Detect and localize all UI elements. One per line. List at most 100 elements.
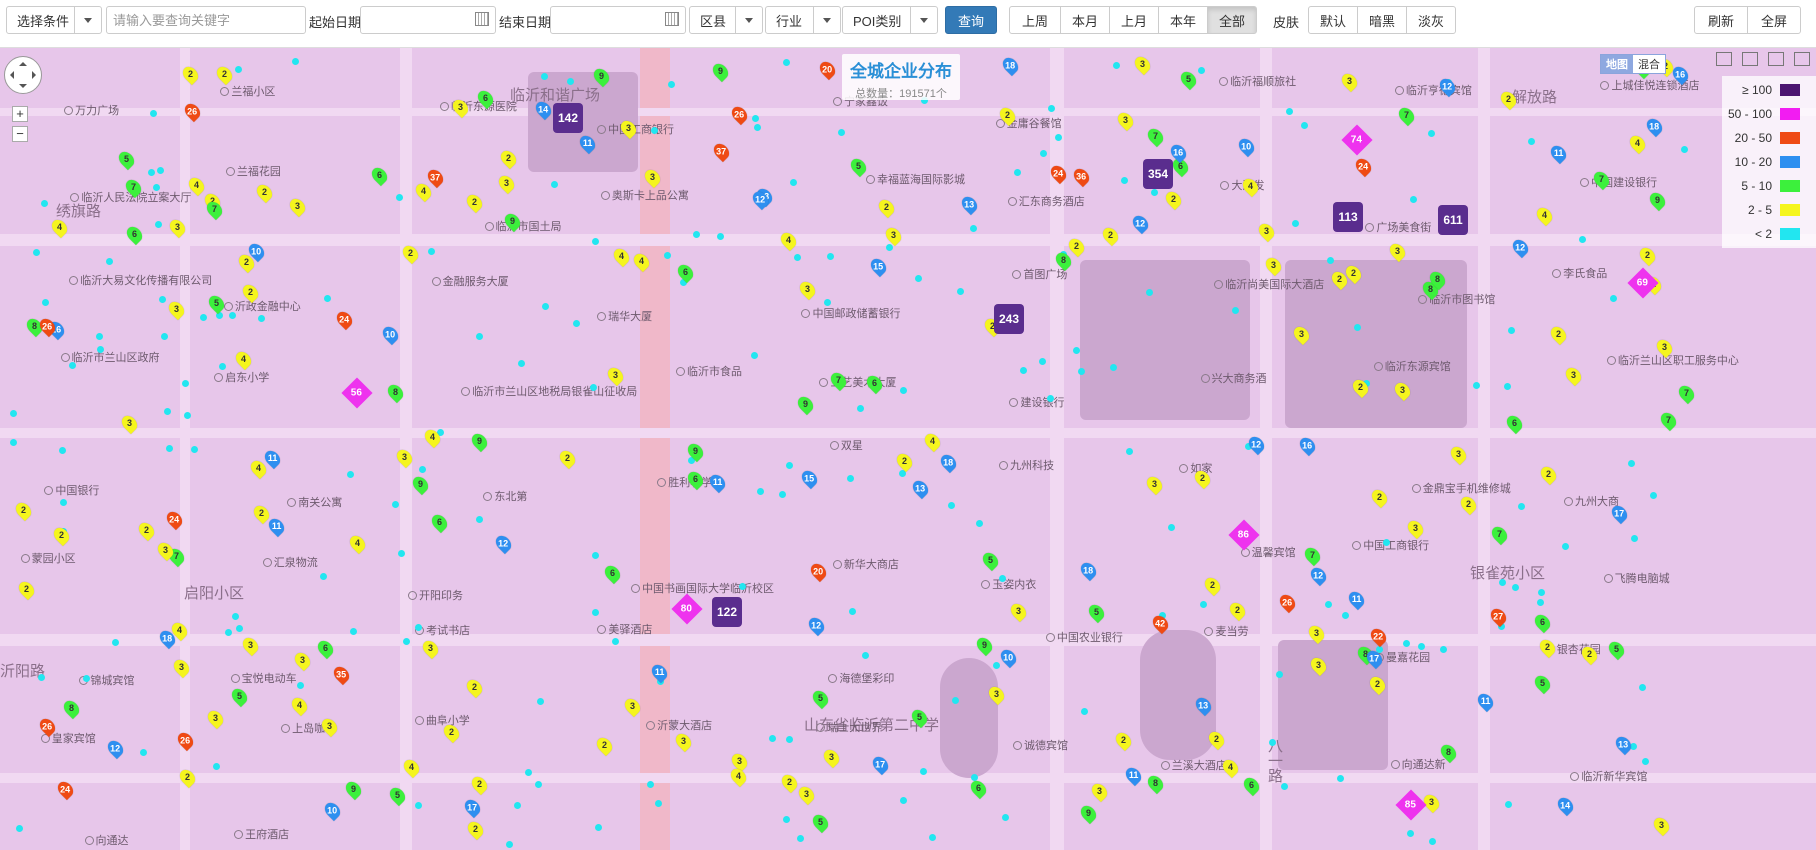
diamond-marker[interactable]: 80 <box>671 593 703 625</box>
enterprise-pin[interactable]: 6 <box>674 262 697 284</box>
poi-label[interactable]: 王府酒店 <box>234 826 289 842</box>
poi-label[interactable]: 兰溪大酒店 <box>1160 757 1227 773</box>
enterprise-dot[interactable] <box>591 551 599 559</box>
enterprise-dot[interactable] <box>1383 538 1391 546</box>
condition-select[interactable]: 选择条件 <box>6 6 102 34</box>
enterprise-pin[interactable]: 37 <box>424 167 447 189</box>
poi-label[interactable]: 奥斯卡上品公寓 <box>600 187 689 203</box>
fullscreen-map-icon[interactable] <box>1794 52 1810 66</box>
enterprise-pin[interactable]: 3 <box>496 172 518 195</box>
enterprise-dot[interactable] <box>1507 326 1515 334</box>
enterprise-dot[interactable] <box>1120 177 1128 185</box>
enterprise-dot[interactable] <box>69 361 77 369</box>
skin-dark-button[interactable]: 暗黑 <box>1357 6 1407 34</box>
enterprise-dot[interactable] <box>402 637 410 645</box>
cluster-marker[interactable]: 354 <box>1143 159 1173 189</box>
pan-control-icon[interactable] <box>4 56 42 94</box>
enterprise-dot[interactable] <box>753 123 761 131</box>
enterprise-dot[interactable] <box>32 248 40 256</box>
enterprise-dot[interactable] <box>10 410 18 418</box>
poi-label[interactable]: 沂蒙大酒店 <box>646 717 712 733</box>
enterprise-dot[interactable] <box>229 311 237 319</box>
enterprise-dot[interactable] <box>1113 62 1121 70</box>
enterprise-dot[interactable] <box>1073 347 1080 355</box>
enterprise-pin[interactable]: 2 <box>1538 464 1560 486</box>
enterprise-pin[interactable]: 9 <box>1647 189 1669 211</box>
enterprise-pin[interactable]: 11 <box>1547 142 1569 165</box>
poi-label[interactable]: 曲阜小学 <box>414 712 470 728</box>
enterprise-pin[interactable]: 5 <box>1531 673 1554 695</box>
enterprise-pin[interactable]: 7 <box>1302 544 1324 567</box>
poi-label[interactable]: 兰福花园 <box>225 163 281 179</box>
enterprise-pin[interactable]: 3 <box>286 196 308 218</box>
enterprise-pin[interactable]: 2 <box>136 519 158 542</box>
poi-label[interactable]: 胜利小学 <box>657 474 712 490</box>
enterprise-pin[interactable]: 10 <box>380 323 402 345</box>
enterprise-pin[interactable]: 2 <box>556 447 578 470</box>
enterprise-pin[interactable]: 2 <box>50 524 73 546</box>
enterprise-pin[interactable]: 2 <box>1368 486 1391 509</box>
enterprise-pin[interactable]: 11 <box>265 516 288 538</box>
poi-label[interactable]: 东北第 <box>483 488 527 504</box>
enterprise-dot[interactable] <box>915 275 923 283</box>
enterprise-pin[interactable]: 8 <box>60 698 82 720</box>
enterprise-dot[interactable] <box>594 824 602 832</box>
poi-label[interactable]: 开阳印务 <box>408 587 463 603</box>
enterprise-dot[interactable] <box>952 696 960 704</box>
enterprise-dot[interactable] <box>752 115 760 123</box>
poi-label[interactable]: 临沂尚美国际大酒店 <box>1214 276 1324 292</box>
enterprise-pin[interactable]: 2 <box>463 191 485 214</box>
enterprise-dot[interactable] <box>757 487 765 495</box>
enterprise-pin[interactable]: 6 <box>1531 611 1554 633</box>
poi-label[interactable]: 临沂福顺旅社 <box>1219 73 1296 89</box>
enterprise-pin[interactable]: 7 <box>1144 125 1166 148</box>
poi-label[interactable]: 蒙园小区 <box>20 550 76 566</box>
enterprise-dot[interactable] <box>42 299 50 307</box>
enterprise-pin[interactable]: 2 <box>1636 245 1658 267</box>
poi-label[interactable]: 瑞士大世界 <box>816 719 882 735</box>
enterprise-pin[interactable]: 3 <box>1651 815 1673 837</box>
enterprise-dot[interactable] <box>1109 363 1117 371</box>
enterprise-dot[interactable] <box>1578 235 1586 243</box>
enterprise-dot[interactable] <box>1537 599 1545 606</box>
enterprise-pin[interactable]: 5 <box>1177 68 1200 90</box>
enterprise-dot[interactable] <box>82 674 90 682</box>
enterprise-pin[interactable]: 4 <box>611 246 633 268</box>
enterprise-dot[interactable] <box>1038 358 1046 366</box>
enterprise-pin[interactable]: 5 <box>229 685 251 707</box>
enterprise-dot[interactable] <box>156 167 164 175</box>
enterprise-dot[interactable] <box>847 474 855 482</box>
enterprise-dot[interactable] <box>166 444 174 452</box>
enterprise-pin[interactable]: 11 <box>1345 589 1368 611</box>
enterprise-pin[interactable]: 18 <box>938 451 960 474</box>
poi-label[interactable]: 启东小学 <box>214 369 269 385</box>
enterprise-pin[interactable]: 2 <box>1201 574 1224 597</box>
enterprise-dot[interactable] <box>790 179 798 187</box>
enterprise-pin[interactable]: 12 <box>104 737 127 759</box>
enterprise-dot[interactable] <box>1498 579 1506 587</box>
poi-label[interactable]: 温馨宾馆 <box>1240 544 1296 560</box>
enterprise-dot[interactable] <box>1325 600 1333 608</box>
zoom-in-button[interactable]: + <box>12 106 28 122</box>
enterprise-dot[interactable] <box>1054 134 1062 142</box>
enterprise-dot[interactable] <box>1301 121 1309 129</box>
enterprise-pin[interactable]: 10 <box>1235 136 1257 158</box>
enterprise-dot[interactable] <box>785 462 793 470</box>
poi-label[interactable]: 中国书画国际大学临沂校区 <box>631 580 774 596</box>
period-this-month-button[interactable]: 本月 <box>1060 6 1110 34</box>
enterprise-pin[interactable]: 4 <box>412 180 435 203</box>
enterprise-dot[interactable] <box>1126 448 1134 456</box>
enterprise-dot[interactable] <box>1020 366 1028 374</box>
enterprise-pin[interactable]: 6 <box>369 164 391 187</box>
enterprise-pin[interactable]: 11 <box>1123 765 1145 787</box>
poi-label[interactable]: 考试书店 <box>415 622 470 638</box>
enterprise-pin[interactable]: 20 <box>807 561 829 583</box>
enterprise-dot[interactable] <box>414 623 422 631</box>
enterprise-dot[interactable] <box>1650 492 1658 500</box>
enterprise-dot[interactable] <box>218 362 226 370</box>
enterprise-dot[interactable] <box>783 58 791 66</box>
enterprise-pin[interactable]: 10 <box>321 799 343 821</box>
poi-label[interactable]: 新华大商店 <box>832 556 899 572</box>
enterprise-pin[interactable]: 3 <box>795 783 818 805</box>
start-date-field[interactable] <box>360 6 496 34</box>
